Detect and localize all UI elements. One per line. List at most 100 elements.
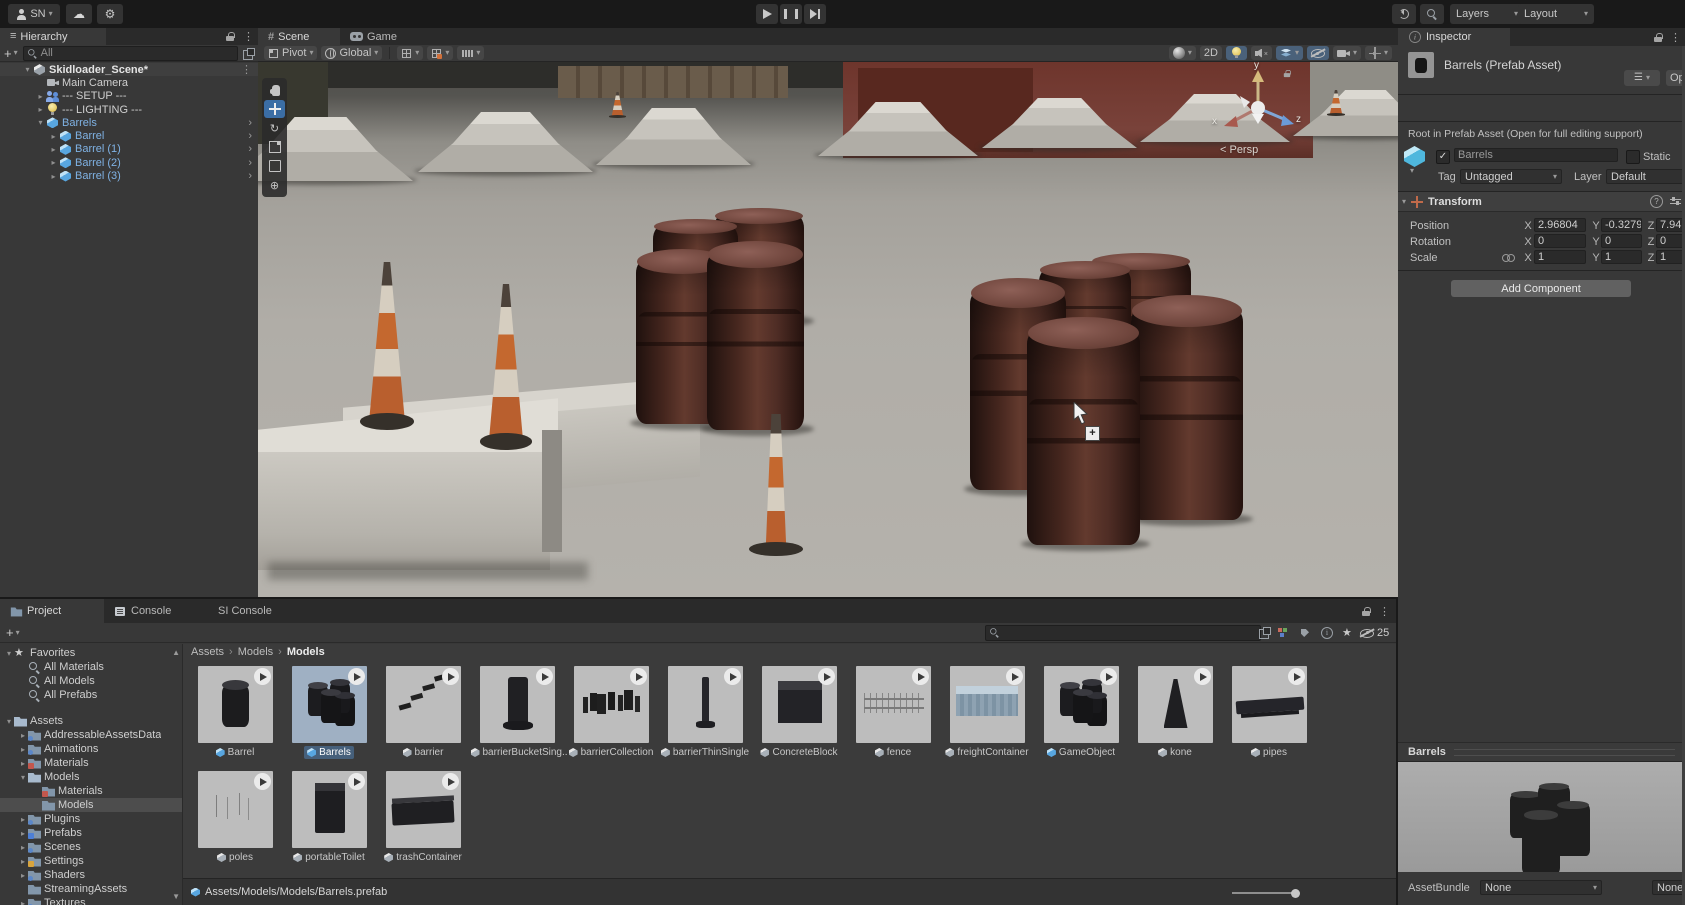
asset-thumbnail[interactable] [292, 771, 367, 848]
hierarchy-row[interactable]: ▸--- SETUP --- [0, 90, 258, 103]
tab-game[interactable]: Game [340, 28, 422, 45]
scroll-up-arrow[interactable]: ▲ [172, 648, 180, 657]
asset-thumbnail[interactable] [668, 666, 743, 743]
play-badge[interactable] [254, 773, 271, 790]
help-icon[interactable]: ? [1650, 195, 1663, 208]
lock-icon[interactable] [1361, 606, 1371, 617]
foldout-caret[interactable]: ▾ [1402, 198, 1406, 206]
tab-scene[interactable]: # Scene [258, 28, 340, 45]
transform-value-field[interactable]: 0 [1601, 234, 1642, 248]
asset-item[interactable]: Barrel [188, 666, 282, 759]
audio-toggle-button[interactable]: × [1251, 46, 1272, 60]
project-tree-row[interactable]: ▾Models [0, 770, 182, 784]
add-object-button[interactable]: + [4, 47, 12, 60]
asset-thumbnail[interactable] [762, 666, 837, 743]
tree-arrow-icon[interactable]: ▾ [22, 65, 33, 74]
transform-value-field[interactable]: 0 [1534, 234, 1586, 248]
asset-item[interactable]: barrierThinSingle [658, 666, 752, 759]
tree-arrow-icon[interactable]: ▸ [18, 857, 28, 866]
kebab-menu-icon[interactable]: ⋮ [1379, 605, 1390, 618]
tree-arrow-icon[interactable]: ▸ [18, 899, 28, 905]
link-constrain-icon[interactable] [1502, 253, 1514, 261]
global-search-button[interactable] [1420, 4, 1444, 24]
hierarchy-row[interactable]: ▸Barrel (1)› [0, 143, 258, 156]
asset-item[interactable]: pipes [1222, 666, 1316, 759]
asset-thumbnail[interactable] [198, 771, 273, 848]
project-tree-row[interactable]: ▸Animations [0, 742, 182, 756]
preview-area[interactable] [1398, 762, 1685, 872]
save-search-star-icon[interactable]: ★ [1342, 626, 1352, 639]
kebab-menu-icon[interactable]: ⋮ [243, 30, 254, 43]
asset-item[interactable]: freightContainer [940, 666, 1034, 759]
hierarchy-row[interactable]: ▾Skidloader_Scene*⋮ [0, 63, 258, 76]
asset-item[interactable]: fence [846, 666, 940, 759]
add-object-caret[interactable]: ▾ [14, 49, 18, 57]
step-button[interactable] [804, 4, 826, 24]
project-tree-row[interactable]: All Prefabs [0, 688, 182, 702]
prefab-chevron-icon[interactable]: › [248, 143, 256, 155]
project-tree-row[interactable]: ▸Materials [0, 756, 182, 770]
asset-thumbnail[interactable] [292, 666, 367, 743]
asset-thumbnail[interactable] [950, 666, 1025, 743]
move-tool[interactable] [264, 100, 285, 118]
concrete-wall-face[interactable] [258, 452, 550, 570]
kebab-menu-icon[interactable]: ⋮ [1670, 31, 1681, 44]
transform-value-field[interactable]: 1 [1534, 250, 1586, 264]
tree-arrow-icon[interactable]: ▸ [48, 132, 59, 141]
snap-toggle-button[interactable]: ▾ [427, 46, 453, 60]
transform-header[interactable]: ▾ Transform ? [1398, 192, 1685, 212]
asset-item[interactable]: barrierBucketSing... [470, 666, 564, 759]
tag-dropdown[interactable]: Untagged ▾ [1460, 169, 1562, 184]
project-tree-row[interactable]: ▸Settings [0, 854, 182, 868]
play-badge[interactable] [348, 668, 365, 685]
play-badge[interactable] [912, 668, 929, 685]
tree-arrow-icon[interactable]: ▾ [4, 717, 14, 726]
tree-arrow-icon[interactable]: ▸ [18, 731, 28, 740]
transform-value-field[interactable]: -0.3279 [1601, 218, 1642, 232]
barrel-3d[interactable] [1027, 330, 1140, 545]
lock-icon[interactable] [1653, 32, 1663, 43]
asset-item[interactable]: barrier [376, 666, 470, 759]
open-window-icon[interactable] [1259, 627, 1270, 638]
play-badge[interactable] [630, 668, 647, 685]
tree-arrow-icon[interactable]: ▸ [48, 145, 59, 154]
asset-item[interactable]: Barrels [282, 666, 376, 759]
gizmos-dropdown[interactable]: ▾ [1365, 46, 1392, 60]
shading-mode-dropdown[interactable]: ▾ [1169, 46, 1196, 60]
play-badge[interactable] [536, 668, 553, 685]
play-button[interactable] [756, 4, 778, 24]
play-badge[interactable] [348, 773, 365, 790]
asset-item[interactable]: GameObject [1034, 666, 1128, 759]
undo-history-button[interactable] [1392, 4, 1416, 24]
variant-dropdown[interactable]: None [1652, 880, 1685, 895]
project-tree-row[interactable]: ▸Prefabs [0, 826, 182, 840]
thumbnail-size-slider[interactable] [1232, 892, 1298, 894]
layers-dropdown[interactable]: Layers ▾ [1450, 4, 1524, 24]
play-badge[interactable] [724, 668, 741, 685]
play-badge[interactable] [442, 773, 459, 790]
perspective-label[interactable]: < Persp [1220, 144, 1258, 156]
grid-visibility-button[interactable]: ▾ [397, 46, 423, 60]
project-search-input[interactable] [985, 625, 1261, 641]
asset-item[interactable]: ConcreteBlock [752, 666, 846, 759]
play-badge[interactable] [1194, 668, 1211, 685]
view-hand-tool[interactable] [264, 81, 285, 99]
preview-header[interactable]: Barrels [1398, 742, 1685, 762]
asset-item[interactable]: kone [1128, 666, 1222, 759]
project-tree-row[interactable]: ▸AddressableAssetsData [0, 728, 182, 742]
tree-arrow-icon[interactable]: ▸ [18, 843, 28, 852]
transform-value-field[interactable]: 1 [1656, 250, 1685, 264]
asset-thumbnail[interactable] [1138, 666, 1213, 743]
search-by-type-icon[interactable] [1278, 627, 1289, 638]
gizmo-lock-icon[interactable] [1283, 69, 1291, 78]
tree-arrow-icon[interactable]: ▸ [18, 871, 28, 880]
hierarchy-row[interactable]: Main Camera [0, 76, 258, 89]
asset-thumbnail[interactable] [574, 666, 649, 743]
hierarchy-row[interactable]: ▸Barrel› [0, 129, 258, 142]
tree-arrow-icon[interactable]: ▸ [18, 829, 28, 838]
traffic-cone[interactable] [484, 284, 528, 450]
hierarchy-row[interactable]: ▸Barrel (2)› [0, 156, 258, 169]
asset-item[interactable]: poles [188, 771, 282, 864]
asset-thumbnail[interactable] [198, 666, 273, 743]
play-badge[interactable] [442, 668, 459, 685]
